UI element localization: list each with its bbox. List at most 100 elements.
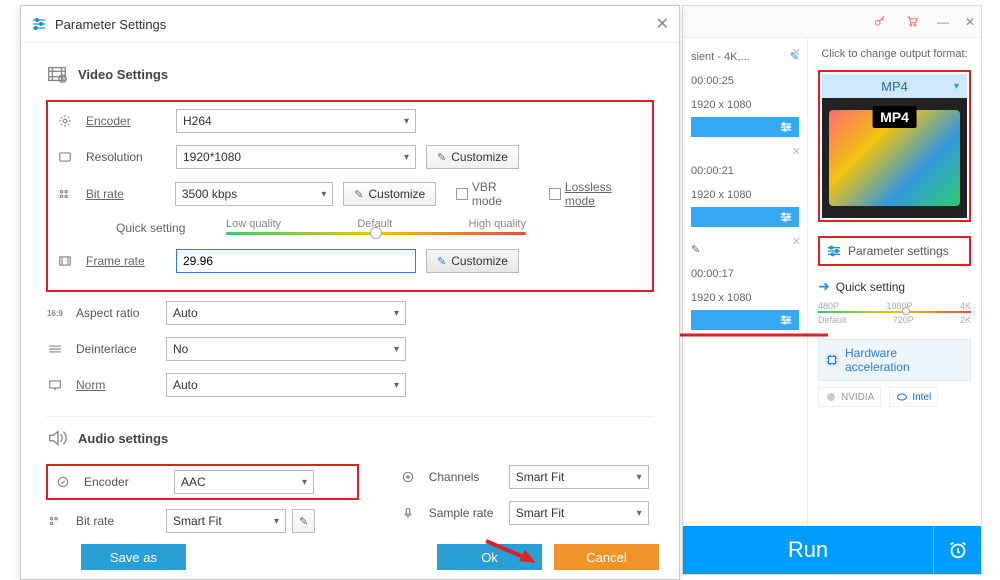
slider-thumb[interactable]: [902, 307, 910, 315]
output-format-select[interactable]: MP4: [822, 74, 967, 98]
queue-resolution: 1920 x 1080: [691, 99, 799, 111]
output-format-card[interactable]: MP4 MP4: [818, 70, 971, 222]
vendor-nvidia[interactable]: NVIDIA: [818, 387, 881, 407]
run-button[interactable]: Run: [683, 526, 933, 574]
sliders-icon: [826, 244, 842, 258]
queue-item[interactable]: ✕ 00:00:21 1920 x 1080: [683, 143, 807, 233]
cart-icon[interactable]: [905, 14, 921, 30]
lossless-checkbox[interactable]: Lossless mode: [549, 180, 644, 208]
minimize-icon[interactable]: —: [937, 15, 949, 29]
edit-title-icon[interactable]: ✎: [691, 243, 799, 256]
norm-label: Norm: [76, 378, 166, 392]
vbr-checkbox[interactable]: VBR mode: [456, 180, 529, 208]
bitrate-select[interactable]: 3500 kbps: [175, 182, 334, 206]
queue-duration: 00:00:17: [691, 268, 799, 280]
quick-setting-label: Quick setting: [836, 280, 905, 294]
audio-bitrate-select[interactable]: Smart Fit: [166, 509, 286, 533]
dialog-close-icon[interactable]: ✕: [656, 14, 669, 34]
norm-select[interactable]: Auto: [166, 373, 406, 397]
queue-title: sient - 4K,...: [691, 51, 750, 63]
audio-bitrate-edit-button[interactable]: ✎: [292, 509, 315, 533]
aspect-icon: 16:9: [46, 306, 64, 320]
pencil-icon: ✎: [354, 188, 363, 201]
parameter-settings-label: Parameter settings: [848, 244, 949, 258]
audio-encoder-icon: [54, 475, 72, 489]
video-section-header: Video Settings: [46, 63, 654, 85]
pencil-icon: ✎: [299, 515, 308, 528]
framerate-label: Frame rate: [86, 254, 176, 268]
audio-encoder-label: Encoder: [84, 475, 174, 489]
highlighted-video-params: Encoder H264 Resolution 1920*1080 ✎Custo…: [46, 100, 654, 292]
video-section-title: Video Settings: [78, 67, 168, 82]
deinterlace-icon: [46, 342, 64, 356]
resolution-icon: [56, 150, 74, 164]
framerate-customize-button[interactable]: ✎Customize: [426, 249, 519, 273]
deinterlace-label: Deinterlace: [76, 342, 166, 356]
queue-edit-bar[interactable]: [691, 117, 799, 137]
settings-icon: [31, 16, 47, 32]
queue-duration: 00:00:25: [691, 75, 799, 87]
app-close-icon[interactable]: ✕: [965, 15, 975, 29]
dialog-header: Parameter Settings ✕: [21, 6, 679, 43]
channels-label: Channels: [429, 470, 509, 484]
key-icon[interactable]: [873, 14, 889, 30]
framerate-icon: [56, 254, 74, 268]
channels-icon: [399, 470, 417, 484]
schedule-button[interactable]: [933, 526, 981, 574]
quick-setting-slider[interactable]: [818, 311, 971, 313]
queue-item[interactable]: ✕ ✎ 00:00:17 1920 x 1080: [683, 233, 807, 336]
queue-resolution: 1920 x 1080: [691, 292, 799, 304]
resolution-select[interactable]: 1920*1080: [176, 145, 416, 169]
chip-icon: [825, 353, 839, 367]
queue-resolution: 1920 x 1080: [691, 189, 799, 201]
bitrate-label: Bit rate: [86, 187, 175, 201]
sliders-icon: [779, 211, 793, 223]
queue-edit-bar[interactable]: [691, 207, 799, 227]
queue-edit-bar[interactable]: [691, 310, 799, 330]
side-panel: Click to change output format: MP4 MP4 P…: [808, 38, 981, 526]
channels-select[interactable]: Smart Fit: [509, 465, 649, 489]
side-quick-setting: ➜ Quick setting 480P 1080P 4K Default 72…: [818, 278, 971, 325]
remove-item-icon[interactable]: ✕: [792, 235, 801, 248]
encoder-label: Encoder: [86, 114, 176, 128]
output-format-thumb: MP4: [822, 98, 967, 218]
parameter-settings-dialog: Parameter Settings ✕ Video Settings Enco…: [20, 5, 680, 580]
remove-item-icon[interactable]: ✕: [792, 46, 801, 59]
sample-rate-icon: [399, 506, 417, 520]
framerate-input[interactable]: [176, 249, 416, 273]
parameter-settings-button[interactable]: Parameter settings: [818, 236, 971, 266]
queue-item[interactable]: sient - 4K,... ✎ ✕ 00:00:25 1920 x 1080: [683, 44, 807, 143]
queue-column: sient - 4K,... ✎ ✕ 00:00:25 1920 x 1080 …: [683, 38, 808, 526]
audio-encoder-select[interactable]: AAC: [174, 470, 314, 494]
video-encoder-select[interactable]: H264: [176, 109, 416, 133]
aspect-select[interactable]: Auto: [166, 301, 406, 325]
main-app-window: — ✕ sient - 4K,... ✎ ✕ 00:00:25 1920 x 1…: [682, 5, 982, 575]
hardware-accel-label: Hardware acceleration: [845, 346, 964, 374]
dialog-title: Parameter Settings: [55, 17, 166, 32]
remove-item-icon[interactable]: ✕: [792, 145, 801, 158]
save-as-button[interactable]: Save as: [81, 544, 186, 570]
cancel-button[interactable]: Cancel: [554, 544, 659, 570]
ok-button[interactable]: Ok: [437, 544, 542, 570]
video-quality-slider[interactable]: Low quality Default High quality: [226, 218, 526, 238]
audio-section-title: Audio settings: [78, 431, 168, 446]
sample-select[interactable]: Smart Fit: [509, 501, 649, 525]
slider-thumb[interactable]: [370, 227, 382, 239]
hardware-accel-button[interactable]: Hardware acceleration: [818, 339, 971, 381]
pencil-icon: ✎: [437, 151, 446, 164]
vendor-intel[interactable]: Intel: [889, 387, 938, 407]
aspect-label: Aspect ratio: [76, 306, 166, 320]
bitrate-icon: [56, 187, 74, 201]
filmstrip-icon: [46, 63, 68, 85]
deinterlace-select[interactable]: No: [166, 337, 406, 361]
sliders-icon: [779, 121, 793, 133]
resolution-label: Resolution: [86, 150, 176, 164]
arrow-right-icon: ➜: [818, 278, 830, 295]
audio-bitrate-label: Bit rate: [76, 514, 166, 528]
resolution-customize-button[interactable]: ✎Customize: [426, 145, 519, 169]
bitrate-customize-button[interactable]: ✎Customize: [343, 182, 436, 206]
speaker-icon: [46, 427, 68, 449]
format-badge: MP4: [872, 106, 917, 128]
app-topbar: — ✕: [683, 6, 981, 38]
norm-icon: [46, 378, 64, 392]
